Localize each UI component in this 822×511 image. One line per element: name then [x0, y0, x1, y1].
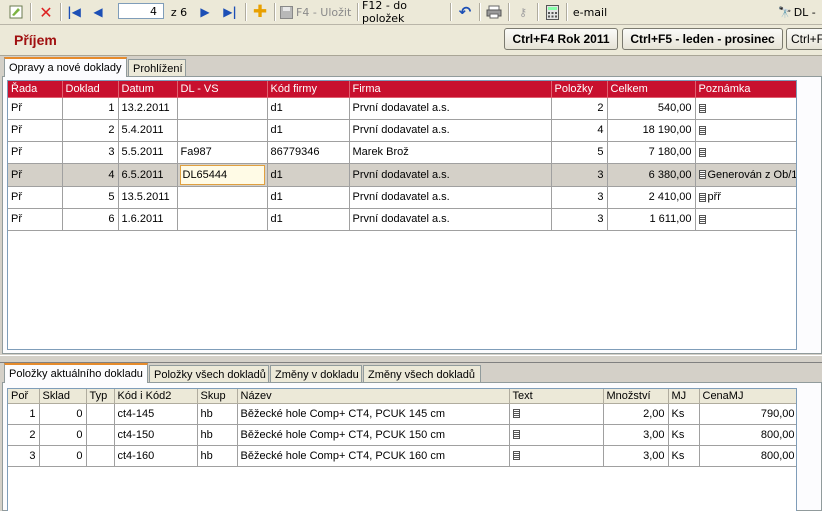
- table-row[interactable]: Př 5 13.5.2011 d1 První dodavatel a.s. 3…: [8, 186, 796, 209]
- col-celkem[interactable]: Celkem: [607, 81, 696, 98]
- col-por[interactable]: Poř: [8, 389, 40, 404]
- memo-icon[interactable]: [698, 103, 706, 113]
- key-icon[interactable]: ⚷: [513, 2, 533, 22]
- col-kod-firmy[interactable]: Kód firmy: [267, 81, 350, 98]
- calculator-icon[interactable]: [542, 2, 562, 22]
- record-total: z 6: [170, 5, 188, 19]
- col-mnozstvi[interactable]: Množství: [603, 389, 669, 404]
- save-icon: [280, 5, 293, 19]
- table-row[interactable]: Př 2 5.4.2011 d1 První dodavatel a.s. 4 …: [8, 119, 796, 142]
- next-icon[interactable]: ▶: [196, 2, 214, 22]
- col-nazev[interactable]: Název: [237, 389, 510, 404]
- last-icon[interactable]: ▶|: [220, 2, 240, 22]
- find-button[interactable]: 🔭 DL -: [778, 2, 822, 22]
- tab-changes-all[interactable]: Změny všech dokladů: [363, 365, 481, 383]
- tab-browse[interactable]: Prohlížení: [128, 59, 186, 77]
- col-rada[interactable]: Řada: [8, 81, 63, 98]
- col-doklad[interactable]: Doklad: [62, 81, 119, 98]
- tab-changes-doc[interactable]: Změny v dokladu: [270, 365, 362, 383]
- tab-corrections[interactable]: Opravy a nové doklady: [4, 57, 127, 77]
- col-sklad[interactable]: Sklad: [39, 389, 87, 404]
- memo-icon[interactable]: [512, 409, 520, 419]
- dlvs-edit-field[interactable]: DL65444: [179, 164, 265, 185]
- col-cenamj[interactable]: CenaMJ: [699, 389, 796, 404]
- col-mj[interactable]: MJ: [668, 389, 700, 404]
- edit-icon[interactable]: [6, 2, 26, 22]
- memo-icon[interactable]: [512, 430, 520, 440]
- print-icon[interactable]: [484, 2, 504, 22]
- col-typ[interactable]: Typ: [86, 389, 115, 404]
- page-title: Příjem: [14, 32, 57, 48]
- table-row[interactable]: 2 0 ct4-150 hb Běžecké hole Comp+ CT4, P…: [8, 424, 796, 446]
- table-row[interactable]: Př 1 13.2.2011 d1 První dodavatel a.s. 2…: [8, 97, 796, 120]
- items-button[interactable]: F12 - do položek: [362, 0, 446, 25]
- table-row[interactable]: 3 0 ct4-160 hb Běžecké hole Comp+ CT4, P…: [8, 445, 796, 467]
- splitter[interactable]: [0, 355, 822, 363]
- prev-icon[interactable]: ◀: [88, 2, 108, 22]
- table-row-selected[interactable]: Př 4 6.5.2011 DL65444 d1 První dodavatel…: [8, 163, 796, 187]
- save-button[interactable]: F4 - Uložit: [280, 2, 352, 22]
- toolbar: ✕ |◀ ◀ 4 z 6 ▶ ▶| ✚ F4 - Uložit F12 - do…: [0, 0, 822, 25]
- year-button[interactable]: Ctrl+F4 Rok 2011: [504, 28, 618, 50]
- memo-icon[interactable]: [698, 192, 706, 202]
- items-grid: Poř Sklad Typ Kód i Kód2 Skup Název Text…: [7, 388, 797, 511]
- col-dlvs[interactable]: DL - VS: [177, 81, 268, 98]
- binoculars-icon: 🔭: [778, 5, 792, 19]
- table-row[interactable]: Př 3 5.5.2011 Fa987 86779346 Marek Brož …: [8, 141, 796, 164]
- delete-icon[interactable]: ✕: [36, 2, 56, 22]
- col-kod[interactable]: Kód i Kód2: [114, 389, 198, 404]
- memo-icon[interactable]: [698, 170, 706, 180]
- period-button[interactable]: Ctrl+F5 - leden - prosinec: [622, 28, 783, 50]
- col-datum[interactable]: Datum: [118, 81, 178, 98]
- col-text[interactable]: Text: [509, 389, 604, 404]
- first-icon[interactable]: |◀: [64, 2, 84, 22]
- undo-icon[interactable]: ↶: [455, 2, 475, 22]
- documents-grid: Řada Doklad Datum DL - VS Kód firmy Firm…: [7, 80, 797, 350]
- add-icon[interactable]: ✚: [250, 2, 270, 22]
- col-skup[interactable]: Skup: [197, 389, 238, 404]
- record-number-input[interactable]: 4: [118, 3, 164, 19]
- col-polozky[interactable]: Položky: [551, 81, 608, 98]
- memo-icon[interactable]: [698, 147, 706, 157]
- find-label: DL -: [793, 5, 816, 19]
- extra-button[interactable]: Ctrl+F7: [786, 28, 822, 50]
- email-button[interactable]: e-mail: [572, 2, 608, 22]
- col-firma[interactable]: Firma: [349, 81, 552, 98]
- memo-icon[interactable]: [698, 214, 706, 224]
- tab-current-items[interactable]: Položky aktuálního dokladu: [4, 363, 148, 383]
- col-poznamka[interactable]: Poznámka: [695, 81, 796, 98]
- tab-all-items[interactable]: Položky všech dokladů: [149, 365, 269, 383]
- table-row[interactable]: Př 6 1.6.2011 d1 První dodavatel a.s. 3 …: [8, 208, 796, 231]
- memo-icon[interactable]: [698, 125, 706, 135]
- save-label: F4 - Uložit: [296, 5, 352, 19]
- table-row[interactable]: 1 0 ct4-145 hb Běžecké hole Comp+ CT4, P…: [8, 403, 796, 425]
- memo-icon[interactable]: [512, 451, 520, 461]
